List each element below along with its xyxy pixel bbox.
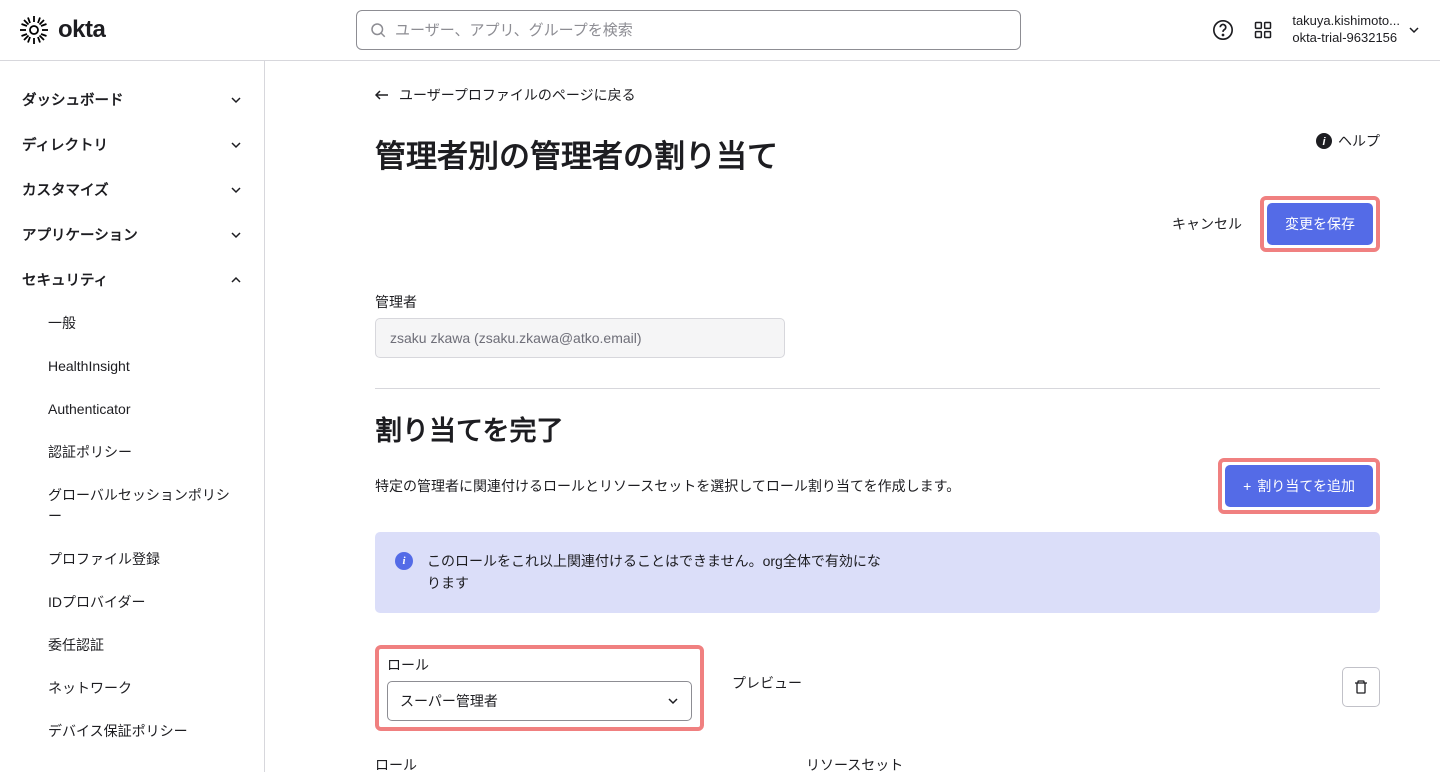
sidebar-subitem-authenticator[interactable]: Authenticator <box>0 388 264 431</box>
chevron-down-icon <box>230 184 242 196</box>
sidebar-item-directory[interactable]: ディレクトリ <box>0 122 264 167</box>
okta-burst-icon <box>20 16 48 44</box>
role-select[interactable]: スーパー管理者 <box>387 681 692 721</box>
info-text: このロールをこれ以上関連付けることはできません。org全体で有効になります <box>427 550 887 595</box>
chevron-down-icon <box>230 139 242 151</box>
question-circle-icon <box>1212 19 1234 41</box>
sidebar-item-security[interactable]: セキュリティ <box>0 257 264 302</box>
chevron-down-icon <box>667 695 679 707</box>
role-label: ロール <box>375 755 680 772</box>
sidebar-subitem-healthinsight[interactable]: HealthInsight <box>0 345 264 388</box>
search-input[interactable] <box>395 22 1008 39</box>
sidebar-subitem-auth-policy[interactable]: 認証ポリシー <box>0 431 264 474</box>
chevron-down-icon <box>1408 24 1420 36</box>
role-label: ロール <box>387 655 692 675</box>
back-link[interactable]: ユーザープロファイルのページに戻る <box>375 85 1380 105</box>
info-banner: i このロールをこれ以上関連付けることはできません。org全体で有効になります <box>375 532 1380 613</box>
sidebar-subitem-delegated-auth[interactable]: 委任認証 <box>0 624 264 667</box>
org-name: okta-trial-9632156 <box>1292 30 1400 47</box>
info-circle-icon: i <box>1316 133 1332 149</box>
chevron-up-icon <box>230 274 242 286</box>
cancel-button[interactable]: キャンセル <box>1172 214 1242 234</box>
header: okta takuya.kishimoto... okta-trial-9632… <box>0 0 1440 61</box>
help-link[interactable]: i ヘルプ <box>1316 131 1380 151</box>
section-description: 特定の管理者に関連付けるロールとリソースセットを選択してロール割り当てを作成しま… <box>375 476 960 496</box>
sidebar: ダッシュボード ディレクトリ カスタマイズ アプリケーション セキュリティ 一般… <box>0 61 265 772</box>
search-icon <box>369 21 387 39</box>
grid-icon <box>1253 20 1273 40</box>
sidebar-subitem-profile-enrollment[interactable]: プロファイル登録 <box>0 538 264 581</box>
plus-icon: + <box>1243 478 1251 494</box>
main-content: ユーザープロファイルのページに戻る 管理者別の管理者の割り当て i ヘルプ キャ… <box>265 61 1440 772</box>
user-name: takuya.kishimoto... <box>1292 13 1400 30</box>
logo-section: okta <box>20 16 340 44</box>
add-highlight: + 割り当てを追加 <box>1218 458 1380 514</box>
sidebar-subitem-general[interactable]: 一般 <box>0 302 264 345</box>
sidebar-item-applications[interactable]: アプリケーション <box>0 212 264 257</box>
admin-label: 管理者 <box>375 292 1380 312</box>
sidebar-item-dashboard[interactable]: ダッシュボード <box>0 77 264 122</box>
save-button[interactable]: 変更を保存 <box>1267 203 1373 245</box>
sidebar-subitem-network[interactable]: ネットワーク <box>0 667 264 710</box>
sidebar-item-customize[interactable]: カスタマイズ <box>0 167 264 212</box>
help-icon-button[interactable] <box>1212 19 1234 41</box>
save-highlight: 変更を保存 <box>1260 196 1380 252</box>
page-title: 管理者別の管理者の割り当て <box>375 131 778 176</box>
section-title: 割り当てを完了 <box>375 409 1380 448</box>
add-assignment-button[interactable]: + 割り当てを追加 <box>1225 465 1373 507</box>
resource-label: リソースセット <box>806 755 1111 772</box>
assignment-row: ロール スーパー管理者 プレビュー <box>375 645 1380 731</box>
user-menu[interactable]: takuya.kishimoto... okta-trial-9632156 <box>1292 13 1420 47</box>
info-icon: i <box>395 552 413 570</box>
admin-readonly-field: zsaku zkawa (zsaku.zkawa@atko.email) <box>375 318 785 358</box>
preview-link[interactable]: プレビュー <box>732 645 802 703</box>
role-highlight: ロール スーパー管理者 <box>375 645 704 731</box>
search-box[interactable] <box>356 10 1021 50</box>
trash-icon <box>1353 679 1369 695</box>
chevron-down-icon <box>230 229 242 241</box>
sidebar-subitem-device-assurance[interactable]: デバイス保証ポリシー <box>0 710 264 753</box>
apps-grid-button[interactable] <box>1252 19 1274 41</box>
brand-text: okta <box>58 16 105 44</box>
divider <box>375 388 1380 389</box>
assignment-row: ロール view_users プレビュー リソースセット users_resou… <box>375 755 1380 772</box>
sidebar-subitem-global-session[interactable]: グローバルセッションポリシー <box>0 474 264 538</box>
sidebar-subitem-id-provider[interactable]: IDプロバイダー <box>0 581 264 624</box>
chevron-down-icon <box>230 94 242 106</box>
arrow-left-icon <box>375 89 389 101</box>
delete-assignment-button[interactable] <box>1342 667 1380 707</box>
